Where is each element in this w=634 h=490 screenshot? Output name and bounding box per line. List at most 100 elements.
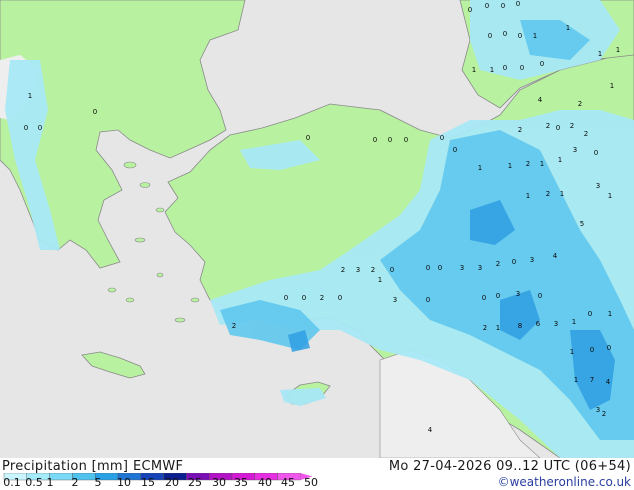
precip-value-label: 0 — [302, 294, 306, 302]
precip-value-label: 3 — [460, 264, 464, 272]
precip-value-label: 0 — [540, 60, 544, 68]
precip-value-label: 0 — [496, 292, 500, 300]
precip-value-label: 1 — [574, 376, 578, 384]
precip-value-label: 0 — [607, 344, 611, 352]
precip-value-label: 1 — [378, 276, 382, 284]
scale-tick-label: 1 — [46, 476, 54, 489]
precip-value-label: 3 — [573, 146, 577, 154]
precip-value-label: 0 — [306, 134, 310, 142]
precip-value-label: 1 — [616, 46, 620, 54]
precip-value-label: 1 — [496, 324, 500, 332]
precip-value-label: 8 — [518, 322, 522, 330]
precip-value-label: 4 — [428, 426, 433, 434]
precip-value-label: 1 — [533, 32, 537, 40]
precip-value-label: 1 — [490, 66, 494, 74]
precip-value-label: 0 — [468, 6, 472, 14]
precip-value-label: 0 — [440, 134, 444, 142]
precip-value-label: 1 — [572, 318, 576, 326]
precip-value-label: 1 — [540, 160, 544, 168]
precip-value-label: 2 — [518, 126, 522, 134]
precip-value-label: 2 — [232, 322, 236, 330]
precip-value-label: 4 — [553, 252, 558, 260]
precip-value-label: 0 — [24, 124, 28, 132]
scale-tick-label: 50 — [304, 476, 318, 489]
precip-value-label: 0 — [284, 294, 288, 302]
precip-value-label: 0 — [426, 296, 430, 304]
precip-value-label: 1 — [560, 190, 564, 198]
precip-value-label: 0 — [482, 294, 486, 302]
scale-tick-label: 20 — [165, 476, 179, 489]
scale-tick-label: 35 — [234, 476, 248, 489]
site-credit[interactable]: ©weatheronline.co.uk — [498, 475, 631, 489]
precip-value-label: 2 — [341, 266, 345, 274]
precip-value-label: 1 — [598, 50, 602, 58]
precip-value-label: 4 — [538, 96, 543, 104]
precip-value-label: 2 — [546, 190, 550, 198]
precip-value-label: 0 — [503, 30, 507, 38]
precip-value-label: 2 — [584, 130, 588, 138]
scale-tick-label: 0.1 — [3, 476, 21, 489]
precip-value-label: 1 — [526, 192, 530, 200]
map-footer: Precipitation [mm] ECMWF Mo 27-04-2026 0… — [0, 458, 634, 490]
precip-value-label: 1 — [508, 162, 512, 170]
scale-tick-label: 10 — [117, 476, 131, 489]
precip-value-label: 0 — [485, 2, 489, 10]
precip-value-label: 0 — [538, 292, 542, 300]
precip-value-label: 2 — [483, 324, 487, 332]
precip-value-label: 1 — [610, 82, 614, 90]
precip-value-label: 0 — [512, 258, 516, 266]
scale-tick-label: 40 — [258, 476, 272, 489]
weather-map: 0000000111100011142022210000000000112113… — [0, 0, 634, 490]
precip-value-label: 1 — [566, 24, 570, 32]
precip-value-label: 3 — [516, 290, 520, 298]
precip-value-label: 3 — [596, 406, 600, 414]
precip-value-label: 2 — [320, 294, 324, 302]
precip-value-label: 2 — [570, 122, 574, 130]
precip-value-label: 0 — [426, 264, 430, 272]
precip-value-label: 5 — [580, 220, 584, 228]
precip-value-label: 1 — [478, 164, 482, 172]
precip-value-label: 0 — [93, 108, 97, 116]
precip-value-label: 7 — [590, 376, 594, 384]
precip-value-label: 0 — [388, 136, 392, 144]
precip-value-label: 1 — [558, 156, 562, 164]
precip-value-label: 0 — [516, 0, 520, 8]
precip-value-label: 1 — [570, 348, 574, 356]
precip-value-label: 2 — [546, 122, 550, 130]
product-title: Precipitation [mm] — [2, 459, 129, 474]
precip-value-label: 6 — [536, 320, 541, 328]
precip-value-label: 0 — [520, 64, 524, 72]
precip-value-label: 1 — [28, 92, 32, 100]
precip-value-label: 2 — [496, 260, 500, 268]
scale-tick-label: 30 — [212, 476, 226, 489]
precip-value-label: 2 — [578, 100, 582, 108]
precip-value-label: 0 — [404, 136, 408, 144]
precip-value-label: 3 — [530, 256, 534, 264]
precip-value-label: 3 — [596, 182, 600, 190]
precip-value-label: 0 — [488, 32, 492, 40]
precip-value-label: 3 — [554, 320, 558, 328]
scale-tick-label: 2 — [71, 476, 79, 489]
scale-tick-label: 15 — [141, 476, 155, 489]
precip-value-label: 0 — [590, 346, 594, 354]
scale-tick-label: 25 — [188, 476, 202, 489]
precip-value-label: 0 — [518, 32, 522, 40]
precip-value-label: 2 — [371, 266, 375, 274]
precip-value-label: 0 — [438, 264, 442, 272]
precip-value-label: 1 — [472, 66, 476, 74]
precip-value-label: 0 — [373, 136, 377, 144]
precip-value-label: 2 — [526, 160, 530, 168]
precip-value-label: 0 — [503, 64, 507, 72]
precip-value-label: 0 — [594, 149, 598, 157]
precip-value-label: 3 — [393, 296, 397, 304]
valid-time-label: Mo 27-04-2026 09..12 UTC (06+54) — [388, 459, 631, 474]
model-name: ECMWF — [133, 459, 184, 474]
precip-value-label: 1 — [608, 310, 612, 318]
precip-value-label: 0 — [588, 310, 592, 318]
scale-tick-label: 45 — [281, 476, 295, 489]
precip-value-label: 1 — [608, 192, 612, 200]
precip-value-label: 3 — [356, 266, 360, 274]
scale-tick-label: 0.5 — [25, 476, 43, 489]
precip-value-label: 0 — [338, 294, 342, 302]
scale-tick-label: 5 — [94, 476, 102, 489]
